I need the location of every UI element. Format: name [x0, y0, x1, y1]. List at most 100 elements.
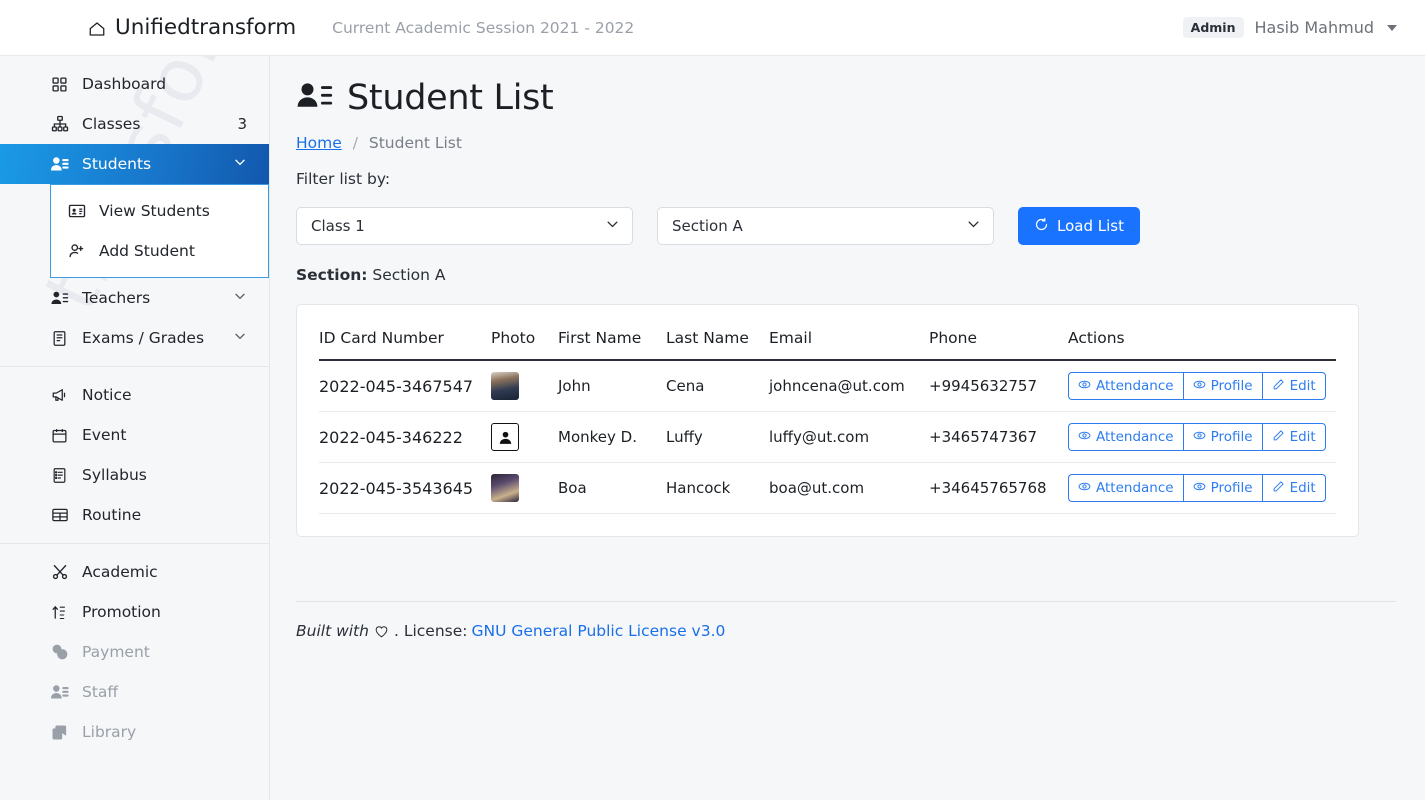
- cell-phone: +34645765768: [929, 462, 1068, 514]
- section-info-value: Section A: [372, 266, 446, 284]
- sidebar-item-routine[interactable]: Routine: [0, 495, 269, 535]
- eye-icon: [1078, 480, 1091, 497]
- student-table-card: ID Card Number Photo First Name Last Nam…: [296, 304, 1359, 537]
- id-card-icon: [67, 202, 86, 221]
- sidebar-item-notice[interactable]: Notice: [0, 375, 269, 415]
- user-menu[interactable]: Admin Hasib Mahmud: [1182, 17, 1397, 38]
- books-icon: [50, 723, 69, 742]
- cell-id-card: 2022-045-346222: [319, 411, 491, 463]
- sidebar-item-label: Teachers: [82, 289, 151, 307]
- cell-email: luffy@ut.com: [769, 411, 929, 463]
- eye-icon: [1193, 378, 1206, 395]
- license-link[interactable]: GNU General Public License v3.0: [471, 622, 725, 640]
- attendance-button[interactable]: Attendance: [1068, 423, 1183, 451]
- role-badge: Admin: [1182, 17, 1244, 38]
- license-label: . License:: [393, 622, 468, 640]
- edit-button[interactable]: Edit: [1261, 372, 1326, 400]
- sidebar-item-label: Students: [82, 155, 152, 173]
- sidebar-item-label: Routine: [82, 506, 142, 524]
- section-info-label: Section:: [296, 266, 368, 284]
- sidebar-item-label: Classes: [82, 115, 141, 133]
- chevron-down-icon: [1387, 24, 1397, 31]
- load-list-button[interactable]: Load List: [1018, 207, 1140, 245]
- cell-photo: [491, 462, 558, 514]
- footer: Built with . License: GNU General Public…: [296, 622, 725, 640]
- sidebar-item-label: Staff: [82, 683, 119, 701]
- profile-button[interactable]: Profile: [1182, 423, 1262, 451]
- pencil-icon: [1272, 429, 1285, 446]
- sidebar-item-dashboard[interactable]: Dashboard: [0, 64, 269, 104]
- top-navbar: Unifiedtransform Current Academic Sessio…: [0, 0, 1425, 56]
- megaphone-icon: [50, 386, 69, 405]
- eye-icon: [1193, 429, 1206, 446]
- sidebar-item-event[interactable]: Event: [0, 415, 269, 455]
- student-photo: [491, 474, 519, 502]
- sidebar-item-exams-grades[interactable]: Exams / Grades: [0, 318, 269, 358]
- cell-actions: Attendance Profile Edit: [1068, 360, 1336, 412]
- eye-icon: [1078, 378, 1091, 395]
- edit-button[interactable]: Edit: [1261, 423, 1326, 451]
- cell-id-card: 2022-045-3467547: [319, 360, 491, 412]
- scissors-icon: [50, 563, 69, 582]
- attendance-label: Attendance: [1096, 480, 1174, 496]
- row-action-group: Attendance Profile Edit: [1068, 423, 1326, 451]
- table-row: 2022-045-3543645 Boa Hancock boa@ut.com …: [319, 462, 1336, 514]
- sidebar-item-payment[interactable]: Payment: [0, 632, 269, 672]
- section-info: Section: Section A: [270, 245, 1425, 284]
- cell-phone: +3465747367: [929, 411, 1068, 463]
- load-list-label: Load List: [1057, 217, 1124, 235]
- profile-button[interactable]: Profile: [1182, 474, 1262, 502]
- table-body: 2022-045-3467547 John Cena johncena@ut.c…: [319, 360, 1336, 514]
- attendance-button[interactable]: Attendance: [1068, 372, 1183, 400]
- pencil-icon: [1272, 480, 1285, 497]
- table-row: 2022-045-3467547 John Cena johncena@ut.c…: [319, 360, 1336, 412]
- sidebar-item-label: Payment: [82, 643, 150, 661]
- attendance-label: Attendance: [1096, 378, 1174, 394]
- edit-button[interactable]: Edit: [1261, 474, 1326, 502]
- academic-session-label: Current Academic Session 2021 - 2022: [332, 18, 635, 37]
- class-select[interactable]: Class 1: [296, 207, 633, 245]
- sidebar-item-promotion[interactable]: Promotion: [0, 592, 269, 632]
- sidebar-item-staff[interactable]: Staff: [0, 672, 269, 712]
- attendance-label: Attendance: [1096, 429, 1174, 445]
- built-with-label: Built with: [296, 622, 369, 640]
- sidebar-item-syllabus[interactable]: Syllabus: [0, 455, 269, 495]
- column-header-last-name: Last Name: [666, 315, 769, 361]
- breadcrumb-current: Student List: [368, 134, 462, 152]
- footer-divider: [296, 601, 1396, 602]
- sidebar-item-students[interactable]: Students: [0, 144, 269, 184]
- table-header: ID Card Number Photo First Name Last Nam…: [319, 315, 1336, 361]
- sidebar-item-add-student[interactable]: Add Student: [51, 231, 268, 271]
- sidebar-item-label: Notice: [82, 386, 132, 404]
- row-action-group: Attendance Profile Edit: [1068, 474, 1326, 502]
- sidebar-item-library[interactable]: Library: [0, 712, 269, 752]
- users-icon: [50, 155, 69, 174]
- chevron-down-icon: [966, 217, 981, 236]
- sidebar-item-label: Dashboard: [82, 75, 167, 93]
- eye-icon: [1078, 429, 1091, 446]
- sidebar-item-view-students[interactable]: View Students: [51, 191, 268, 231]
- sidebar-item-academic[interactable]: Academic: [0, 552, 269, 592]
- page-header: Student List: [270, 56, 1425, 118]
- profile-button[interactable]: Profile: [1182, 372, 1262, 400]
- profile-label: Profile: [1210, 378, 1253, 394]
- student-table: ID Card Number Photo First Name Last Nam…: [319, 315, 1336, 514]
- cell-email: boa@ut.com: [769, 462, 929, 514]
- sidebar-item-label: Promotion: [82, 603, 161, 621]
- student-photo: [491, 372, 519, 400]
- brand-logo[interactable]: Unifiedtransform: [88, 15, 296, 40]
- breadcrumb-home-link[interactable]: Home: [296, 134, 342, 152]
- sidebar-item-classes[interactable]: Classes 3: [0, 104, 269, 144]
- cell-actions: Attendance Profile Edit: [1068, 411, 1336, 463]
- user-name: Hasib Mahmud: [1254, 18, 1375, 37]
- users-icon: [50, 683, 69, 702]
- chevron-down-icon: [605, 217, 620, 236]
- chevron-down-icon: [233, 329, 247, 347]
- pencil-icon: [1272, 378, 1285, 395]
- section-select[interactable]: Section A: [657, 207, 994, 245]
- column-header-photo: Photo: [491, 315, 558, 361]
- sidebar-item-teachers[interactable]: Teachers: [0, 278, 269, 318]
- section-select-value: Section A: [672, 217, 743, 235]
- sidebar-item-label: Event: [82, 426, 127, 444]
- attendance-button[interactable]: Attendance: [1068, 474, 1183, 502]
